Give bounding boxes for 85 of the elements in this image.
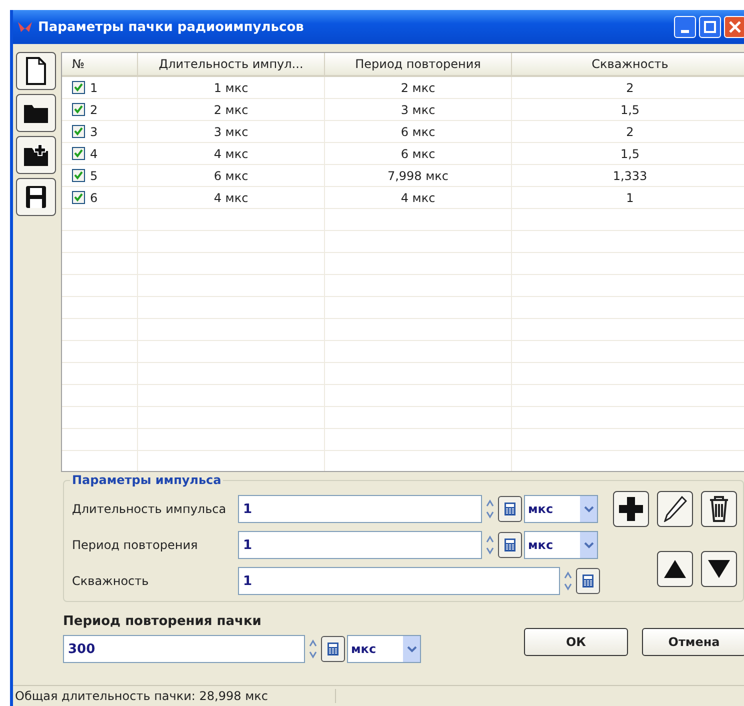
table-cell: 1 мкс <box>138 77 325 98</box>
column-header[interactable]: Скважность <box>512 53 744 75</box>
table-cell: 6 мкс <box>138 165 325 186</box>
plus-icon <box>618 496 644 522</box>
table-cell: 6 мкс <box>325 143 512 164</box>
column-header[interactable]: Период повторения <box>325 53 512 75</box>
checkbox[interactable] <box>72 81 85 94</box>
table-cell: 3 мкс <box>138 121 325 142</box>
table-cell: 2 <box>512 121 744 142</box>
table-cell: 1,333 <box>512 165 744 186</box>
group-title: Параметры импульса <box>70 473 224 487</box>
table-cell: 7,998 мкс <box>325 165 512 186</box>
field-label: Период повторения пачки <box>63 614 262 629</box>
table-cell: 1,5 <box>512 99 744 120</box>
action-button[interactable] <box>701 551 737 587</box>
folder-icon <box>23 102 49 124</box>
checkbox[interactable] <box>72 147 85 160</box>
action-button[interactable] <box>657 491 693 527</box>
action-button[interactable] <box>701 491 737 527</box>
calculator-button[interactable] <box>321 636 345 662</box>
field-label: Длительность импульса <box>72 502 228 516</box>
table-cell: 4 мкс <box>138 143 325 164</box>
calculator-button[interactable] <box>498 532 522 558</box>
table-cell: 4 мкс <box>325 187 512 208</box>
trash-icon <box>708 496 730 522</box>
table-cell: 2 мкс <box>138 99 325 120</box>
calculator-icon <box>504 538 516 552</box>
row-number: 1 <box>90 80 98 94</box>
field-label: Период повторения <box>72 538 199 552</box>
table-cell: 4 мкс <box>138 187 325 208</box>
checkbox[interactable] <box>72 169 85 182</box>
table-cell: 1,5 <box>512 143 744 164</box>
maximize-icon <box>704 21 716 33</box>
unit-dropdown[interactable]: мкс <box>524 531 598 559</box>
row-number: 2 <box>90 102 98 116</box>
toolbar-button[interactable] <box>16 136 56 174</box>
calculator-button[interactable] <box>576 568 600 594</box>
close-icon <box>729 21 741 33</box>
up-triangle-icon <box>663 559 687 579</box>
checkbox[interactable] <box>72 125 85 138</box>
caret-icon <box>584 505 594 513</box>
minimize-icon <box>681 30 689 32</box>
caret-icon <box>584 541 594 549</box>
row-number: 5 <box>90 168 98 182</box>
calculator-button[interactable] <box>498 496 522 522</box>
close-button[interactable] <box>724 16 744 38</box>
calculator-icon <box>327 642 339 656</box>
field-label: Скважность <box>72 574 150 588</box>
row-number: 3 <box>90 124 98 138</box>
folder-plus-icon <box>23 143 49 167</box>
action-button[interactable] <box>613 491 649 527</box>
input-field[interactable]: 1 <box>238 567 560 595</box>
checkbox[interactable] <box>72 191 85 204</box>
app-icon <box>17 21 33 33</box>
table-cell: 3 мкс <box>325 99 512 120</box>
calculator-icon <box>504 502 516 516</box>
toolbar-button[interactable] <box>16 94 56 132</box>
toolbar-button[interactable] <box>16 178 56 216</box>
table-cell: 2 <box>512 77 744 98</box>
table-cell: 6 мкс <box>325 121 512 142</box>
ok-button[interactable]: ОК <box>524 628 628 656</box>
status-text: Общая длительность пачки: 28,998 мкс <box>15 689 336 703</box>
input-field[interactable]: 1 <box>238 531 482 559</box>
window-title: Параметры пачки радиоимпульсов <box>38 20 305 34</box>
input-field[interactable]: 300 <box>63 635 305 663</box>
action-button[interactable] <box>657 551 693 587</box>
table-cell: 1 <box>512 187 744 208</box>
calculator-icon <box>582 574 594 588</box>
toolbar-button[interactable] <box>16 52 56 90</box>
column-header[interactable]: № <box>62 53 138 75</box>
pencil-icon <box>663 496 687 522</box>
checkbox[interactable] <box>72 103 85 116</box>
down-triangle-icon <box>707 559 731 579</box>
caret-icon <box>406 645 416 653</box>
minimize-button[interactable] <box>674 16 696 38</box>
maximize-button[interactable] <box>699 16 721 38</box>
row-number: 4 <box>90 146 98 160</box>
column-header[interactable]: Длительность импул... <box>138 53 325 75</box>
row-number: 6 <box>90 190 98 204</box>
document-icon <box>25 57 47 85</box>
table-cell: 2 мкс <box>325 77 512 98</box>
unit-dropdown[interactable]: мкс <box>347 635 421 663</box>
cancel-button[interactable]: Отмена <box>642 628 744 656</box>
input-field[interactable]: 1 <box>238 495 482 523</box>
unit-dropdown[interactable]: мкс <box>524 495 598 523</box>
